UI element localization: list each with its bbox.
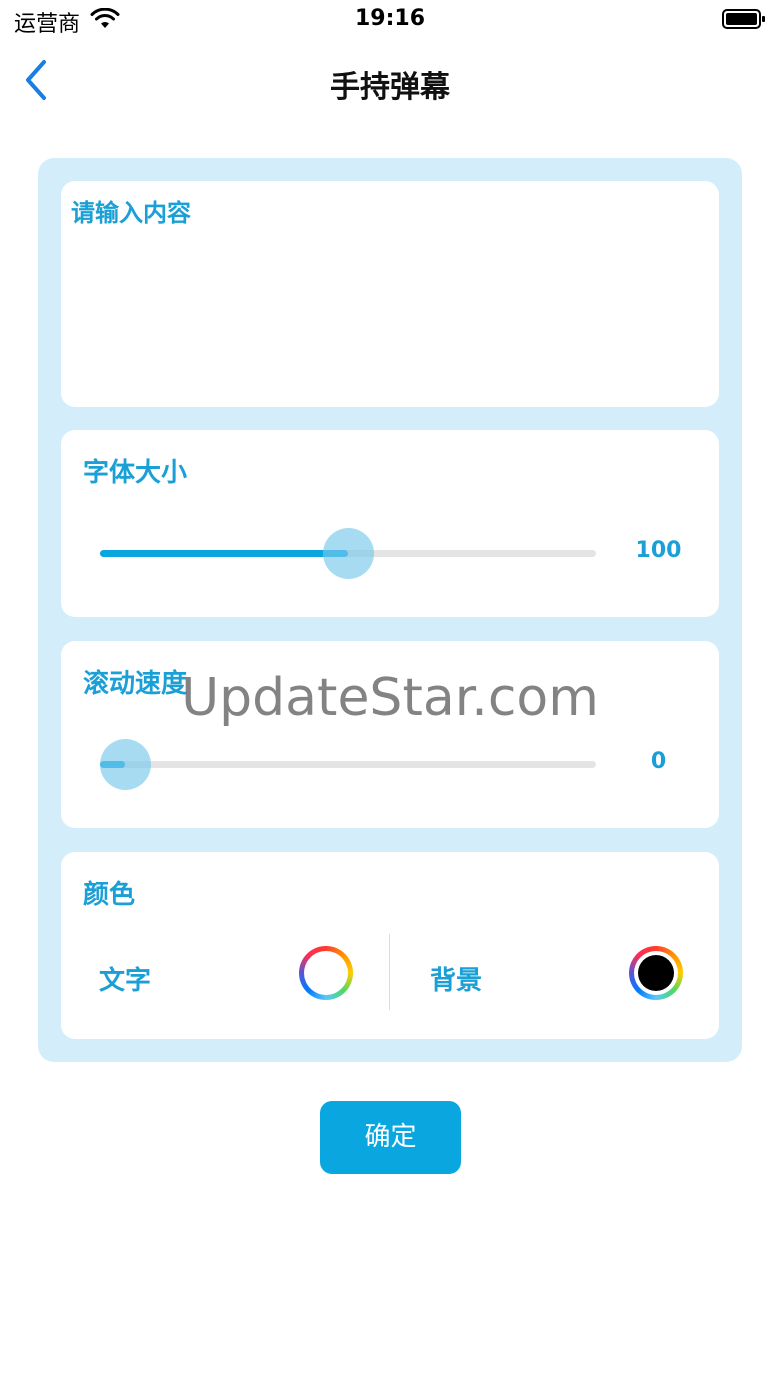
text-input-card	[61, 181, 719, 407]
font-size-slider[interactable]	[100, 528, 596, 579]
color-label: 颜色	[83, 880, 136, 910]
scroll-speed-value: 0	[650, 749, 667, 774]
navigation-bar: 手持弹幕	[0, 48, 780, 112]
font-size-label: 字体大小	[83, 458, 188, 488]
status-bar: 运营商 19:16	[0, 0, 780, 40]
background-color-picker[interactable]	[629, 946, 683, 1000]
font-size-slider-thumb[interactable]	[323, 528, 374, 579]
scroll-speed-slider[interactable]	[99, 739, 596, 790]
background-color-label: 背景	[430, 966, 483, 996]
divider	[389, 934, 390, 1010]
settings-panel: 字体大小 100 滚动速度 0 颜色 文字 背景	[38, 158, 742, 1062]
danmaku-text-input[interactable]	[69, 191, 713, 401]
scroll-speed-card: 滚动速度 0	[61, 641, 719, 828]
background-color-swatch	[638, 955, 674, 991]
text-color-picker[interactable]	[299, 946, 353, 1000]
text-color-swatch	[304, 951, 348, 995]
clock: 19:16	[354, 6, 426, 31]
scroll-speed-slider-thumb[interactable]	[99, 739, 151, 790]
text-color-label: 文字	[99, 966, 152, 996]
battery-icon	[722, 9, 765, 29]
font-size-slider-fill	[100, 550, 348, 557]
color-card: 颜色 文字 背景	[61, 852, 719, 1039]
confirm-button[interactable]: 确定	[320, 1101, 461, 1174]
font-size-value: 100	[635, 538, 682, 563]
page-title: 手持弹幕	[330, 70, 450, 105]
font-size-card: 字体大小 100	[61, 430, 719, 617]
scroll-speed-label: 滚动速度	[83, 669, 188, 699]
